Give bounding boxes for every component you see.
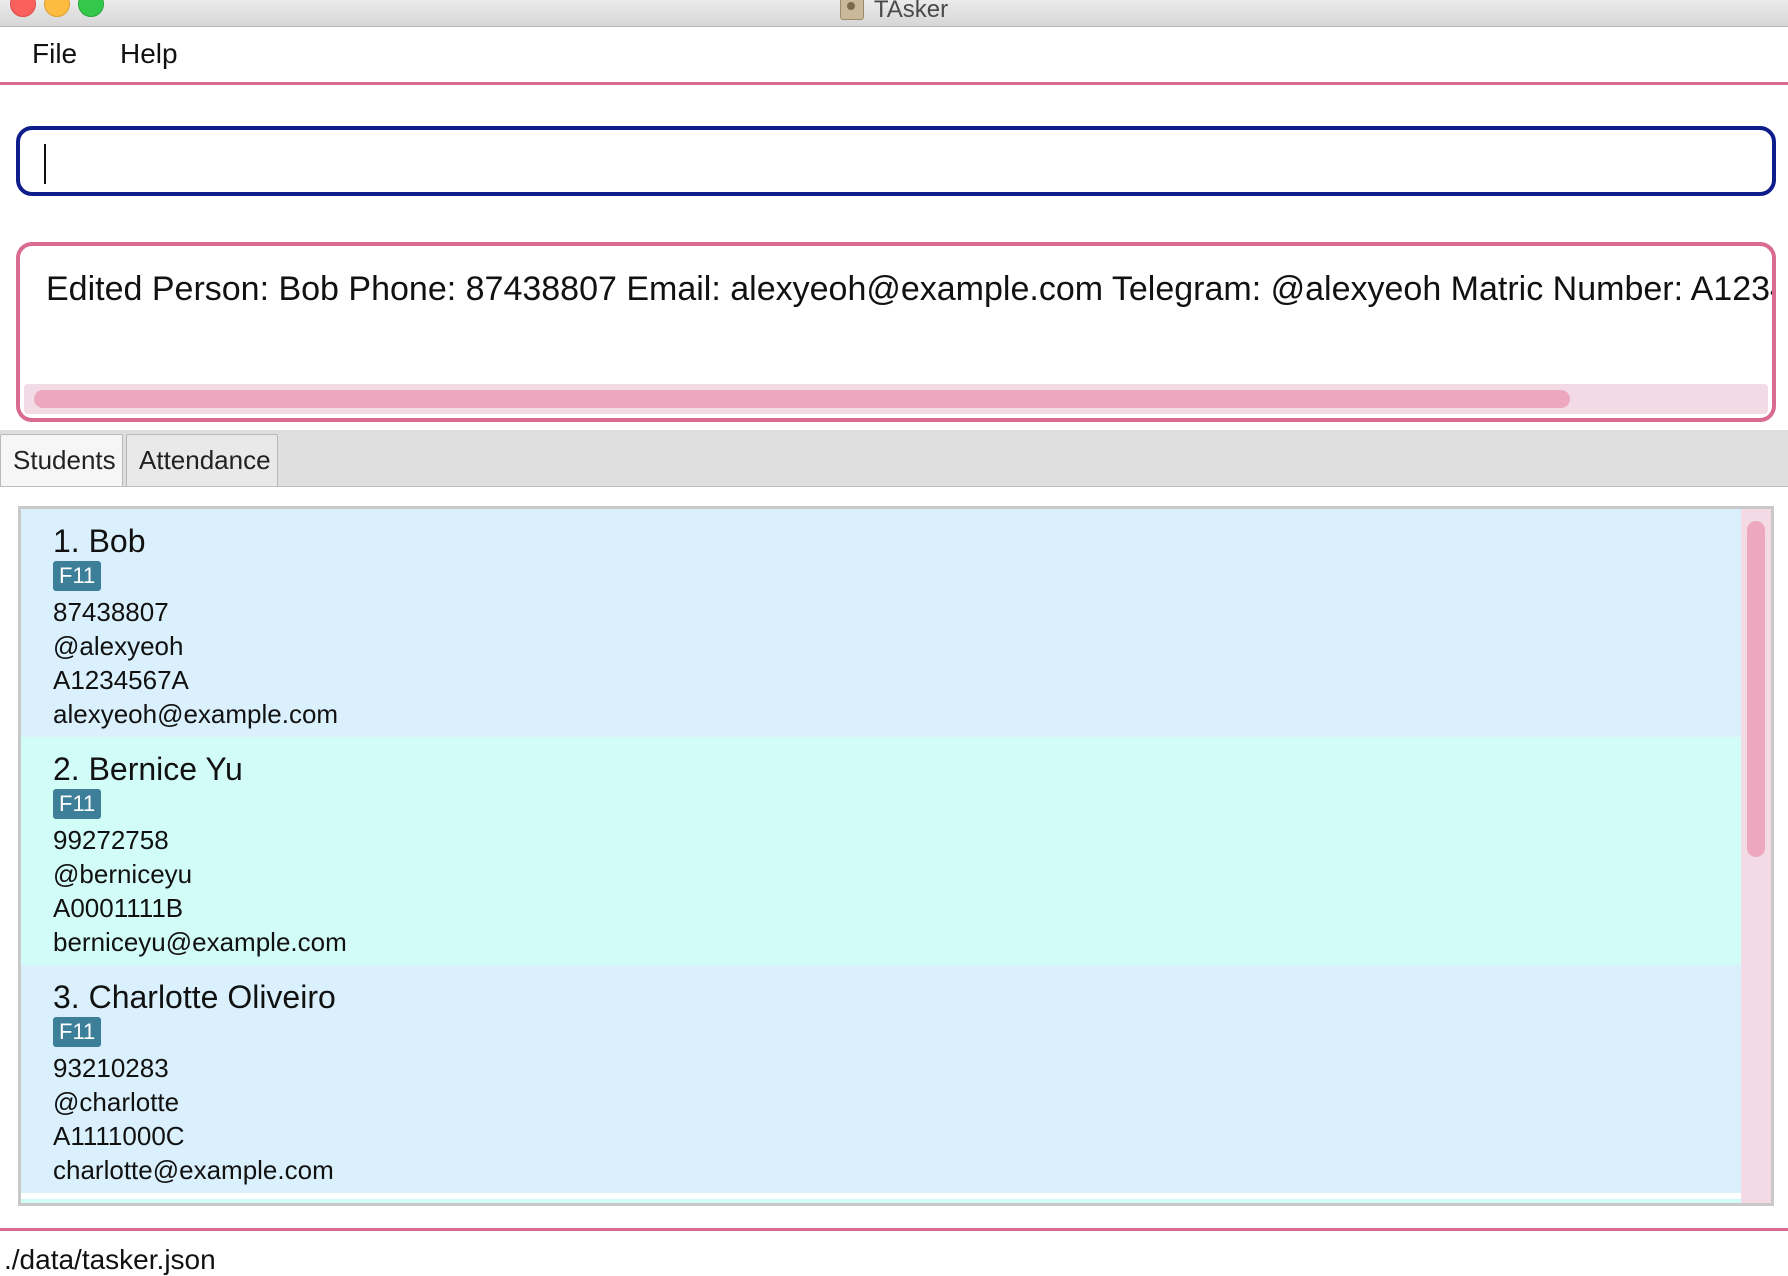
student-phone: 87438807 <box>53 597 169 627</box>
student-email: charlotte@example.com <box>53 1155 334 1185</box>
app-icon <box>839 0 864 20</box>
student-matric: A1111000C <box>53 1121 185 1151</box>
result-message: Edited Person: Bob Phone: 87438807 Email… <box>46 270 1776 308</box>
window-title: TAsker <box>873 0 949 23</box>
student-phone: 93210283 <box>53 1053 169 1083</box>
tutorial-tag: F11 <box>53 561 102 591</box>
student-email: alexyeoh@example.com <box>53 699 339 729</box>
tab-bar: Students Attendance <box>0 430 1788 487</box>
student-card[interactable]: 3. Charlotte Oliveiro F11 93210283 @char… <box>21 965 1745 1193</box>
tutorial-tag: F11 <box>53 789 102 819</box>
student-matric: A0001111B <box>53 893 184 923</box>
text-caret <box>44 144 46 184</box>
student-telegram: @berniceyu <box>53 859 193 889</box>
menu-file[interactable]: File <box>32 38 77 70</box>
next-student-card-edge <box>21 1199 1745 1203</box>
student-name: 2. Bernice Yu <box>53 751 243 787</box>
menu-help[interactable]: Help <box>120 38 178 70</box>
tab-attendance[interactable]: Attendance <box>126 434 278 486</box>
student-list-scroll-thumb[interactable] <box>1747 521 1765 857</box>
menu-bar: File Help <box>0 28 1788 85</box>
window-title-area: TAsker <box>0 0 1788 24</box>
tab-students[interactable]: Students <box>0 434 123 486</box>
student-telegram: @alexyeoh <box>53 631 184 661</box>
student-card[interactable]: 2. Bernice Yu F11 99272758 @berniceyu A0… <box>21 737 1745 965</box>
result-horizontal-scrollbar[interactable] <box>24 384 1768 414</box>
student-name: 3. Charlotte Oliveiro <box>53 979 336 1015</box>
window-title-bar: TAsker <box>0 0 1788 27</box>
command-box <box>16 126 1776 196</box>
student-telegram: @charlotte <box>53 1087 180 1117</box>
status-divider <box>0 1228 1788 1231</box>
status-file-path: ./data/tasker.json <box>4 1244 216 1275</box>
student-matric: A1234567A <box>53 665 189 695</box>
student-name: 1. Bob <box>53 523 146 559</box>
result-scroll-thumb[interactable] <box>34 390 1570 408</box>
command-input[interactable] <box>40 140 1744 188</box>
student-list-scrollbar[interactable] <box>1741 509 1771 1203</box>
tutorial-tag: F11 <box>53 1017 102 1047</box>
result-display: Edited Person: Bob Phone: 87438807 Email… <box>16 242 1776 422</box>
student-email: berniceyu@example.com <box>53 927 347 957</box>
student-phone: 99272758 <box>53 825 169 855</box>
student-card[interactable]: 1. Bob F11 87438807 @alexyeoh A1234567A … <box>21 509 1745 737</box>
student-list: 1. Bob F11 87438807 @alexyeoh A1234567A … <box>18 506 1774 1206</box>
